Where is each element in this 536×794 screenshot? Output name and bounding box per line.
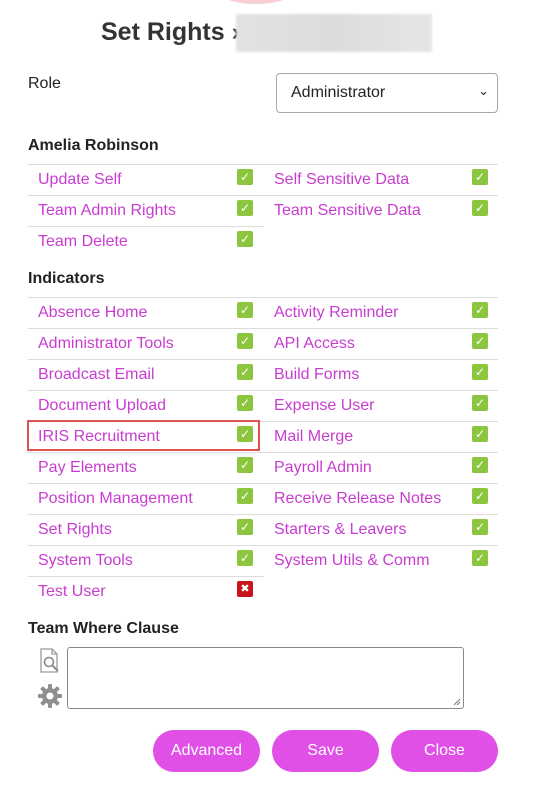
permission-link[interactable]: Broadcast Email bbox=[38, 366, 155, 384]
indicators-section-title: Indicators bbox=[28, 270, 105, 287]
permission-item-payroll-admin: Payroll Admin ✓ bbox=[264, 452, 498, 483]
resize-handle-icon[interactable] bbox=[453, 698, 461, 706]
chevron-down-icon: ⌄ bbox=[478, 83, 489, 98]
checkmark-icon[interactable]: ✓ bbox=[237, 364, 253, 380]
advanced-button[interactable]: Advanced bbox=[153, 730, 260, 772]
permission-link[interactable]: Test User bbox=[38, 583, 106, 601]
permission-link[interactable]: API Access bbox=[274, 335, 355, 353]
checkmark-icon[interactable]: ✓ bbox=[472, 488, 488, 504]
permission-item-team-delete: Team Delete ✓ bbox=[28, 226, 264, 257]
permission-link[interactable]: Build Forms bbox=[274, 366, 359, 384]
permission-item-build-forms: Build Forms ✓ bbox=[264, 359, 498, 390]
team-where-title: Team Where Clause bbox=[28, 620, 179, 637]
permission-item-activity-reminder: Activity Reminder ✓ bbox=[264, 297, 498, 328]
page-title: Set Rights » bbox=[101, 18, 246, 46]
permission-item-administrator-tools: Administrator Tools ✓ bbox=[28, 328, 264, 359]
checkmark-icon[interactable]: ✓ bbox=[472, 550, 488, 566]
checkmark-icon[interactable]: ✓ bbox=[472, 200, 488, 216]
permission-link[interactable]: Team Sensitive Data bbox=[274, 202, 421, 220]
checkmark-icon[interactable]: ✓ bbox=[237, 550, 253, 566]
permission-link[interactable]: Mail Merge bbox=[274, 428, 353, 446]
permission-link[interactable]: Document Upload bbox=[38, 397, 166, 415]
highlight-box bbox=[27, 420, 260, 451]
permission-link[interactable]: System Utils & Comm bbox=[274, 552, 430, 570]
permission-link[interactable]: Administrator Tools bbox=[38, 335, 174, 353]
permission-item-document-upload: Document Upload ✓ bbox=[28, 390, 264, 421]
dialog-header: Set Rights » bbox=[0, 14, 536, 52]
permission-link[interactable]: Starters & Leavers bbox=[274, 521, 407, 539]
close-button[interactable]: Close bbox=[391, 730, 498, 772]
checkmark-icon[interactable]: ✓ bbox=[237, 302, 253, 318]
decorative-shape bbox=[219, 0, 293, 4]
gear-icon[interactable] bbox=[37, 683, 63, 709]
checkmark-icon[interactable]: ✓ bbox=[472, 395, 488, 411]
permission-link[interactable]: Expense User bbox=[274, 397, 375, 415]
redacted-user-name bbox=[236, 14, 432, 52]
permission-item-mail-merge: Mail Merge ✓ bbox=[264, 421, 498, 452]
checkmark-icon[interactable]: ✓ bbox=[237, 488, 253, 504]
checkmark-icon[interactable]: ✓ bbox=[472, 519, 488, 535]
permission-item-team-sensitive-data: Team Sensitive Data ✓ bbox=[264, 195, 498, 226]
permission-link[interactable]: Payroll Admin bbox=[274, 459, 372, 477]
checkmark-icon[interactable]: ✓ bbox=[472, 364, 488, 380]
permission-item-self-sensitive-data: Self Sensitive Data ✓ bbox=[264, 164, 498, 195]
checkmark-icon[interactable]: ✓ bbox=[237, 519, 253, 535]
permission-item-api-access: API Access ✓ bbox=[264, 328, 498, 359]
permission-item-receive-release-notes: Receive Release Notes ✓ bbox=[264, 483, 498, 514]
permission-item-test-user: Test User ✖ bbox=[28, 576, 264, 607]
checkmark-icon[interactable]: ✓ bbox=[237, 333, 253, 349]
checkmark-icon[interactable]: ✓ bbox=[237, 200, 253, 216]
role-label: Role bbox=[28, 75, 61, 92]
permission-item-set-rights: Set Rights ✓ bbox=[28, 514, 264, 545]
permission-item-system-tools: System Tools ✓ bbox=[28, 545, 264, 576]
permission-link[interactable]: Team Admin Rights bbox=[38, 202, 176, 220]
permission-item-team-admin-rights: Team Admin Rights ✓ bbox=[28, 195, 264, 226]
permission-item-position-management: Position Management ✓ bbox=[28, 483, 264, 514]
permission-link[interactable]: Activity Reminder bbox=[274, 304, 398, 322]
checkmark-icon[interactable]: ✓ bbox=[237, 395, 253, 411]
checkmark-icon[interactable]: ✓ bbox=[237, 231, 253, 247]
permission-item-starters-leavers: Starters & Leavers ✓ bbox=[264, 514, 498, 545]
role-select-value: Administrator bbox=[291, 84, 386, 101]
role-select[interactable]: Administrator ⌄ bbox=[276, 73, 498, 113]
document-search-icon[interactable] bbox=[38, 648, 62, 674]
checkmark-icon[interactable]: ✓ bbox=[472, 333, 488, 349]
permission-link[interactable]: System Tools bbox=[38, 552, 133, 570]
permission-link[interactable]: Update Self bbox=[38, 171, 122, 189]
team-where-textarea[interactable] bbox=[67, 647, 464, 709]
checkmark-icon[interactable]: ✓ bbox=[472, 169, 488, 185]
checkmark-icon[interactable]: ✓ bbox=[237, 457, 253, 473]
user-section-title: Amelia Robinson bbox=[28, 137, 159, 154]
permission-item-expense-user: Expense User ✓ bbox=[264, 390, 498, 421]
permission-link[interactable]: Receive Release Notes bbox=[274, 490, 441, 508]
permission-link[interactable]: Position Management bbox=[38, 490, 193, 508]
save-button[interactable]: Save bbox=[272, 730, 379, 772]
permission-item-system-utils-comm: System Utils & Comm ✓ bbox=[264, 545, 498, 576]
permission-item-broadcast-email: Broadcast Email ✓ bbox=[28, 359, 264, 390]
permission-link[interactable]: Team Delete bbox=[38, 233, 128, 251]
permission-item-update-self: Update Self ✓ bbox=[28, 164, 264, 195]
permission-item-pay-elements: Pay Elements ✓ bbox=[28, 452, 264, 483]
permission-link[interactable]: Self Sensitive Data bbox=[274, 171, 409, 189]
permission-link[interactable]: Pay Elements bbox=[38, 459, 137, 477]
permission-link[interactable]: Set Rights bbox=[38, 521, 112, 539]
cross-icon[interactable]: ✖ bbox=[237, 581, 253, 597]
checkmark-icon[interactable]: ✓ bbox=[472, 457, 488, 473]
checkmark-icon[interactable]: ✓ bbox=[472, 426, 488, 442]
checkmark-icon[interactable]: ✓ bbox=[472, 302, 488, 318]
checkmark-icon[interactable]: ✓ bbox=[237, 169, 253, 185]
permission-item-absence-home: Absence Home ✓ bbox=[28, 297, 264, 328]
permission-link[interactable]: Absence Home bbox=[38, 304, 147, 322]
